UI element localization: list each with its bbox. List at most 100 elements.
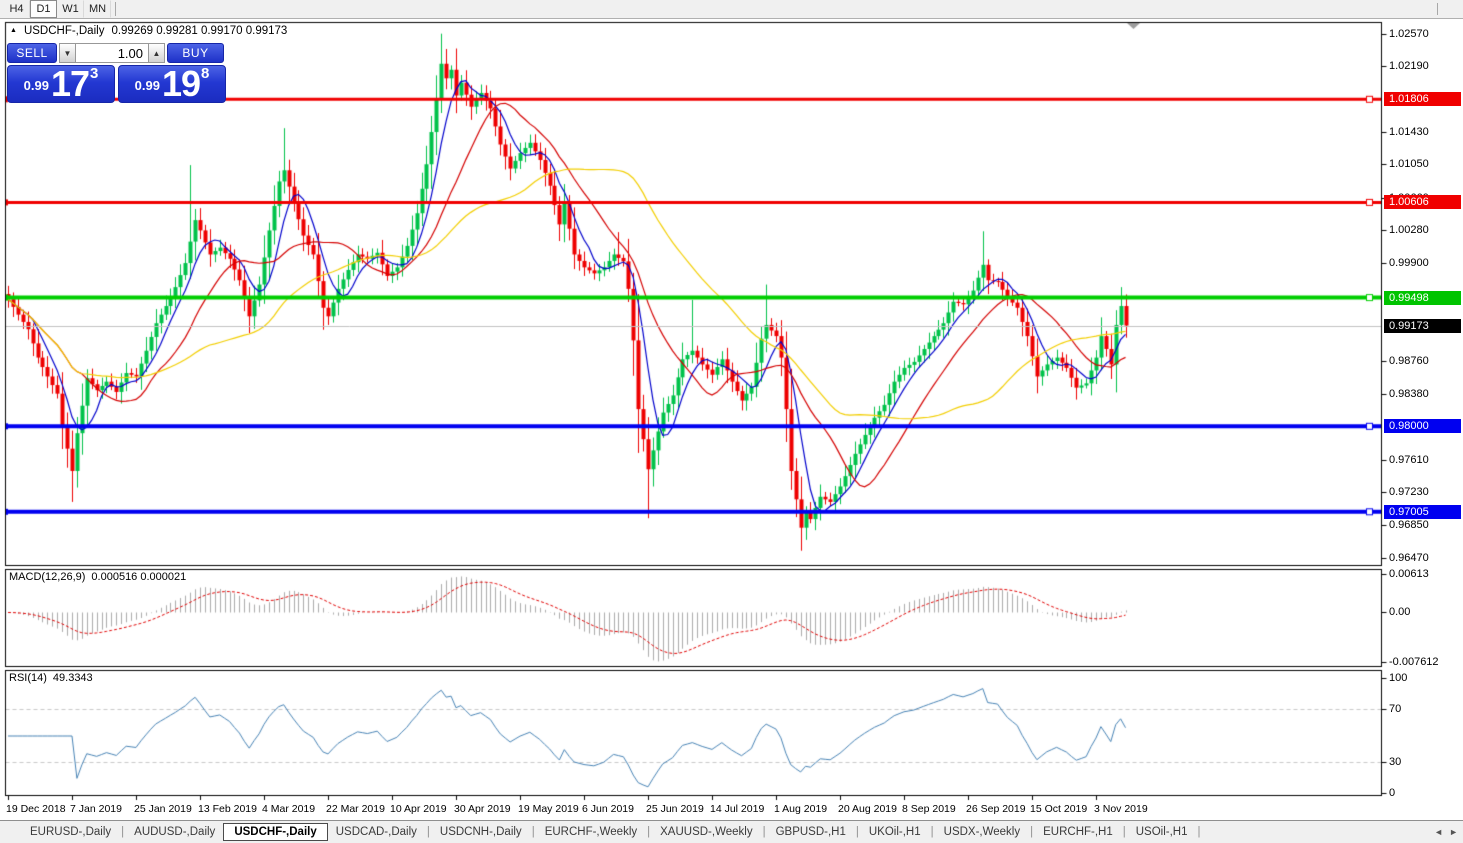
trade-prices-row: 0.99 17 3 0.99 19 8 xyxy=(7,65,226,103)
chart-tab-usdcnh-daily[interactable]: USDCNH-,Daily xyxy=(432,824,530,840)
date-axis-label: 15 Oct 2019 xyxy=(1030,803,1088,815)
rsi-axis-label: 70 xyxy=(1389,703,1402,715)
date-axis-label: 1 Aug 2019 xyxy=(774,803,828,815)
rsi-value: 49.3343 xyxy=(52,672,93,684)
tabbar-nav: ◄ ► xyxy=(1434,821,1458,843)
chart-tab-eurchf-weekly[interactable]: EURCHF-,Weekly xyxy=(537,824,645,840)
sell-button[interactable]: SELL xyxy=(7,43,57,63)
chart-tab-usdchf-daily[interactable]: USDCHF-,Daily xyxy=(223,823,328,841)
date-axis-label: 20 Aug 2019 xyxy=(838,803,897,815)
buy-price-pips: 19 xyxy=(161,63,201,104)
date-axis-label: 22 Mar 2019 xyxy=(326,803,385,815)
timeframe-button-w1[interactable]: W1 xyxy=(57,0,84,18)
rsi-axis-label: 0 xyxy=(1389,787,1396,799)
chart-tab-gbpusd-h1[interactable]: GBPUSD-,H1 xyxy=(768,824,854,840)
price-tick-label: 1.01050 xyxy=(1389,158,1429,171)
hline-price-label: 1.00606 xyxy=(1384,195,1461,210)
date-axis-label: 19 Dec 2018 xyxy=(6,803,66,815)
price-tick-label: 0.98760 xyxy=(1389,355,1429,368)
chart-tab-audusd-daily[interactable]: AUDUSD-,Daily xyxy=(126,824,223,840)
chart-tab-usdx-weekly[interactable]: USDX-,Weekly xyxy=(936,824,1028,840)
sell-price-button[interactable]: 0.99 17 3 xyxy=(7,65,115,103)
date-axis-label: 13 Feb 2019 xyxy=(198,803,257,815)
hline-price-label: 1.01806 xyxy=(1384,92,1461,107)
tab-separator: | xyxy=(855,826,859,838)
buy-price-point: 8 xyxy=(201,65,210,82)
price-tick-label: 0.97230 xyxy=(1389,486,1429,499)
macd-name: MACD(12,26,9) xyxy=(9,571,86,583)
volume-decrease-button[interactable]: ▼ xyxy=(59,43,76,63)
price-tick-label: 0.97610 xyxy=(1389,453,1429,466)
chart-tabbar: EURUSD-,Daily | AUDUSD-,Daily USDCHF-,Daily… xyxy=(0,820,1463,843)
tab-separator: | xyxy=(930,826,934,838)
date-axis-label: 19 May 2019 xyxy=(518,803,579,815)
one-click-trading-panel: SELL ▼ ▲ BUY 0.99 17 3 0.99 19 8 xyxy=(7,43,226,103)
tab-separator: | xyxy=(1122,826,1126,838)
date-axis-label: 4 Mar 2019 xyxy=(262,803,316,815)
volume-input[interactable] xyxy=(76,43,148,63)
price-chart-canvas[interactable] xyxy=(0,19,1463,820)
buy-price-prefix: 0.99 xyxy=(134,78,160,93)
tab-separator: | xyxy=(647,826,651,838)
date-axis-label: 26 Sep 2019 xyxy=(966,803,1026,815)
chart-tab-xauusd-weekly[interactable]: XAUUSD-,Weekly xyxy=(652,824,760,840)
chart-tab-eurchf-h1[interactable]: EURCHF-,H1 xyxy=(1035,824,1121,840)
macd-values: 0.000516 0.000021 xyxy=(91,571,187,583)
terminal-window: H4 D1 W1 MN ▲ USDCHF-,Daily 0.99269 0.99281… xyxy=(0,0,1463,843)
hline-price-label: 0.97005 xyxy=(1384,504,1461,519)
rsi-name: RSI(14) xyxy=(9,672,47,684)
chart-tab-ukoil-h1[interactable]: UKOil-,H1 xyxy=(861,824,929,840)
chart-workspace: ▲ USDCHF-,Daily 0.99269 0.99281 0.99170 … xyxy=(0,19,1463,820)
date-axis-label: 25 Jun 2019 xyxy=(646,803,704,815)
tabs-scroll-left-icon[interactable]: ◄ xyxy=(1434,827,1443,837)
macd-indicator-label: MACD(12,26,9) 0.000516 0.000021 xyxy=(9,571,186,583)
chart-tab-eurusd-daily[interactable]: EURUSD-,Daily xyxy=(22,824,119,840)
sell-price-pips: 17 xyxy=(50,63,90,104)
toolbar-right-divider xyxy=(1437,3,1438,15)
tab-separator: | xyxy=(762,826,766,838)
date-axis-label: 3 Nov 2019 xyxy=(1094,803,1148,815)
symbol-timeframe-label: USDCHF-,Daily xyxy=(23,25,105,37)
date-axis-label: 14 Jul 2019 xyxy=(710,803,765,815)
tab-separator: | xyxy=(1030,826,1034,838)
trade-controls-row: SELL ▼ ▲ BUY xyxy=(7,43,226,63)
price-tick-label: 1.00280 xyxy=(1389,224,1429,237)
price-tick-label: 0.96470 xyxy=(1389,551,1429,564)
chart-title: ▲ USDCHF-,Daily 0.99269 0.99281 0.99170 … xyxy=(10,25,287,37)
timeframe-button-d1[interactable]: D1 xyxy=(30,0,57,18)
buy-button[interactable]: BUY xyxy=(167,43,224,63)
chart-tabs: EURUSD-,Daily | AUDUSD-,Daily USDCHF-,Daily… xyxy=(22,823,1203,841)
buy-price-button[interactable]: 0.99 19 8 xyxy=(118,65,226,103)
date-axis-label: 6 Jun 2019 xyxy=(582,803,634,815)
tab-separator: | xyxy=(121,826,125,838)
price-tick-label: 1.02190 xyxy=(1389,60,1429,73)
tabs-scroll-right-icon[interactable]: ► xyxy=(1449,827,1458,837)
timeframe-button-mn[interactable]: MN xyxy=(84,0,112,18)
chart-tab-usoil-h1[interactable]: USOil-,H1 xyxy=(1128,824,1196,840)
date-axis-label: 25 Jan 2019 xyxy=(134,803,192,815)
price-tick-label: 0.99900 xyxy=(1389,257,1429,270)
hline-price-label: 0.99498 xyxy=(1384,290,1461,305)
hline-price-label: 0.98000 xyxy=(1384,419,1461,434)
collapse-panel-icon[interactable]: ▲ xyxy=(10,26,17,36)
ohlc-values: 0.99269 0.99281 0.99170 0.99173 xyxy=(111,25,288,37)
price-tick-label: 0.98380 xyxy=(1389,387,1429,400)
date-axis-label: 30 Apr 2019 xyxy=(454,803,511,815)
chart-tab-usdcad-daily[interactable]: USDCAD-,Daily xyxy=(328,824,425,840)
current-price-label: 0.99173 xyxy=(1384,318,1461,333)
sell-price-point: 3 xyxy=(90,65,99,82)
macd-axis-label: 0.00613 xyxy=(1389,568,1429,580)
tab-separator: | xyxy=(426,826,430,838)
macd-axis-label: -0.007612 xyxy=(1389,656,1439,668)
rsi-axis-label: 30 xyxy=(1389,756,1402,768)
macd-axis-label: 0.00 xyxy=(1389,606,1411,618)
date-axis-label: 10 Apr 2019 xyxy=(390,803,447,815)
rsi-indicator-label: RSI(14) 49.3343 xyxy=(9,672,93,684)
price-tick-label: 1.02570 xyxy=(1389,27,1429,40)
timeframe-button-h4[interactable]: H4 xyxy=(3,0,30,18)
sell-price-prefix: 0.99 xyxy=(23,78,49,93)
volume-increase-button[interactable]: ▲ xyxy=(148,43,165,63)
rsi-axis-label: 100 xyxy=(1389,672,1408,684)
price-tick-label: 1.01430 xyxy=(1389,125,1429,138)
tab-separator: | xyxy=(1197,826,1201,838)
